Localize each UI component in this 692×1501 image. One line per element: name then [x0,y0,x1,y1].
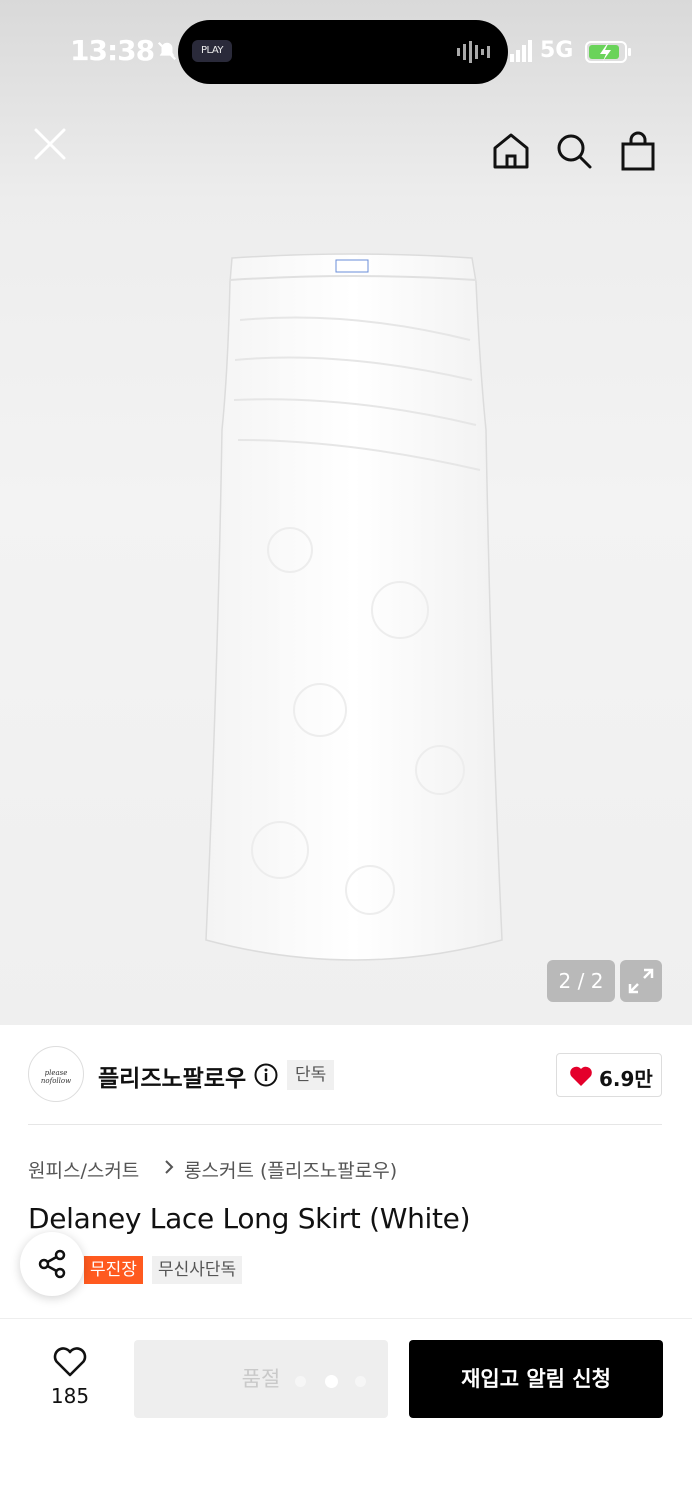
carousel-dot [355,1376,366,1387]
carousel-dots [295,1375,375,1388]
brand-like-count: 6.9만 [599,1067,653,1091]
battery-charging-icon [585,41,631,63]
wishlist-count: 185 [50,1384,90,1408]
expand-button[interactable] [620,960,662,1002]
divider [28,1124,662,1125]
dynamic-island: PLAY [178,20,508,84]
brand-logo[interactable]: please nofollow [28,1046,84,1102]
product-title: Delaney Lace Long Skirt (White) [28,1202,471,1235]
share-button[interactable] [20,1232,84,1296]
shopping-bag-icon[interactable] [618,130,658,172]
status-time: 13:38 [70,34,155,67]
info-icon[interactable] [254,1063,278,1087]
chevron-right-icon [165,1160,174,1174]
close-icon[interactable] [30,124,70,164]
brand-like-button[interactable]: 6.9만 [556,1053,662,1097]
heart-filled-icon [570,1066,592,1086]
product-gallery[interactable]: 13:38 PLAY 5G 2 / 2 [0,0,692,1025]
island-app-label: PLAY [192,40,232,62]
audio-wave-icon [457,41,490,63]
expand-icon [628,968,654,994]
home-icon[interactable] [490,130,532,172]
breadcrumb-category[interactable]: 원피스/스커트 [28,1156,139,1183]
breadcrumb-subcategory[interactable]: 롱스커트 (플리즈노팔로우) [184,1156,397,1183]
brand-logo-text: please nofollow [40,1069,72,1085]
heart-outline-icon[interactable] [52,1346,88,1378]
product-photo [205,253,503,961]
signal-icon [510,40,532,62]
network-type: 5G [540,38,574,63]
brand-name[interactable]: 플리즈노팔로우 [98,1059,246,1093]
event-tag: 무진장 [84,1256,143,1284]
search-icon[interactable] [555,132,593,170]
carousel-dot-active [325,1375,338,1388]
carousel-dot [295,1376,306,1387]
exclusive-badge: 단독 [287,1060,335,1090]
share-icon [38,1249,66,1279]
gallery-pager: 2 / 2 [547,960,615,1002]
restock-alert-button[interactable]: 재입고 알림 신청 [409,1340,663,1418]
status-bar: 13:38 PLAY 5G [0,0,692,100]
exclusive-tag: 무신사단독 [152,1256,243,1284]
muted-bell-icon [157,41,177,61]
